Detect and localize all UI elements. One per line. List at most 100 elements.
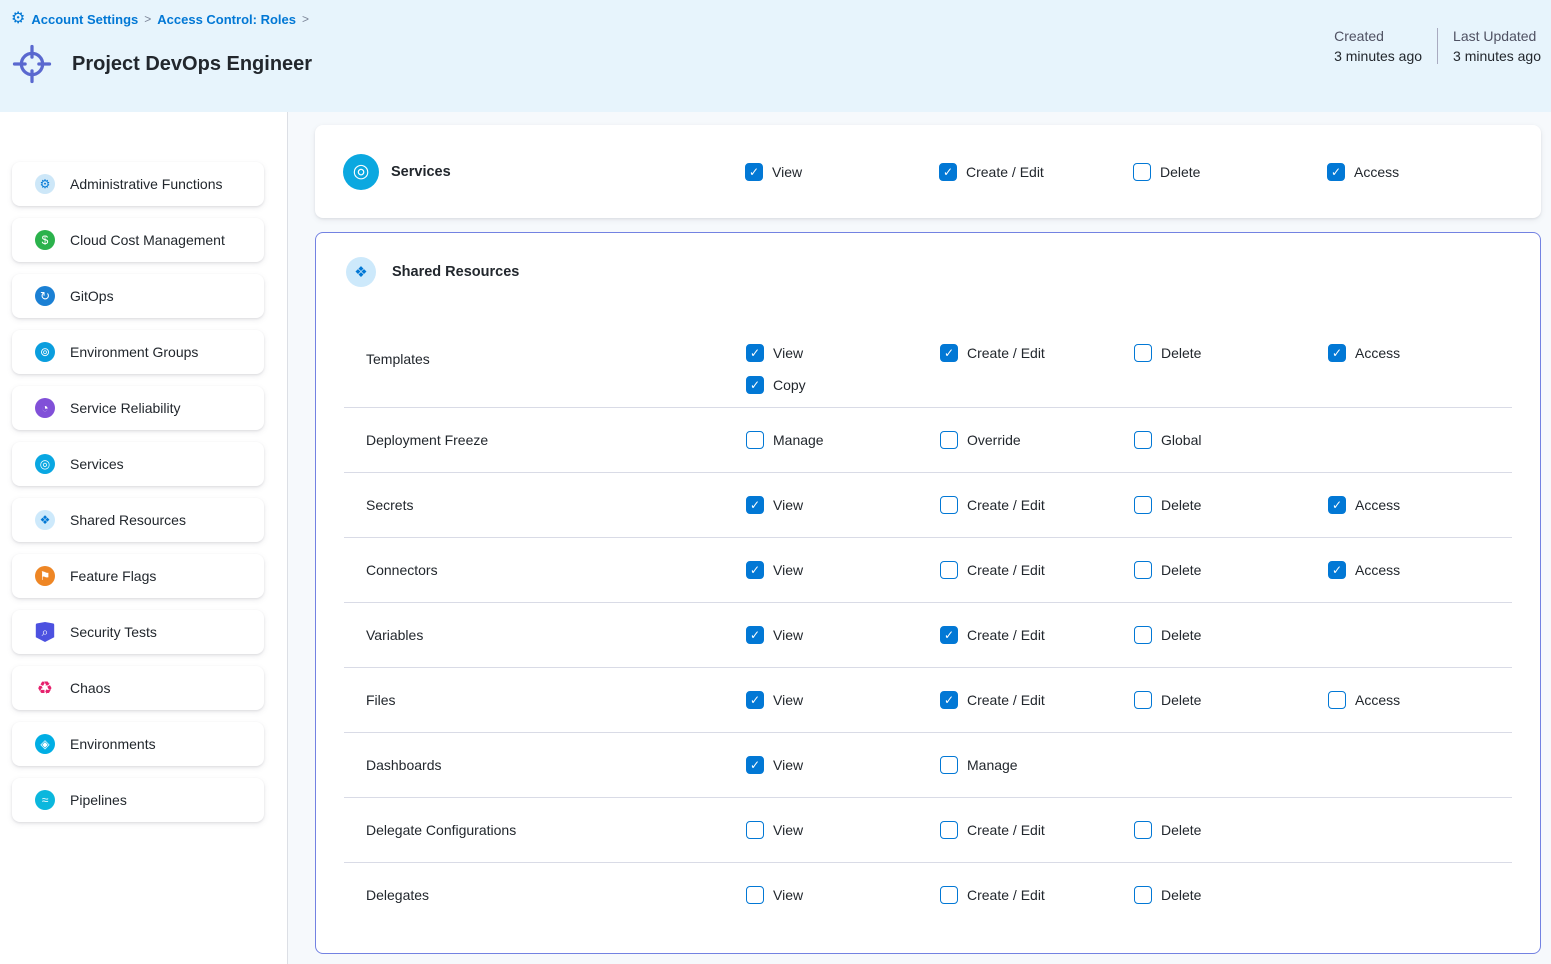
resource-label: Connectors — [366, 562, 438, 578]
manage-checkbox[interactable] — [746, 431, 764, 449]
sidebar-item-service-reliability[interactable]: ◔Service Reliability — [12, 386, 264, 430]
delete-checkbox[interactable] — [1134, 344, 1152, 362]
permission-copy[interactable]: Copy — [746, 376, 806, 394]
role-meta: Created 3 minutes ago Last Updated 3 min… — [1334, 28, 1541, 64]
sidebar-item-label: Environments — [70, 736, 156, 752]
permission-delete[interactable]: Delete — [1134, 691, 1201, 709]
permission-global[interactable]: Global — [1134, 431, 1201, 449]
sidebar-item-feature-flags[interactable]: ⚑Feature Flags — [12, 554, 264, 598]
access-checkbox[interactable] — [1328, 561, 1346, 579]
permission-access[interactable]: Access — [1328, 691, 1400, 709]
permission-access[interactable]: Access — [1327, 163, 1399, 181]
permission-delete[interactable]: Delete — [1134, 821, 1201, 839]
permission-delete[interactable]: Delete — [1134, 344, 1201, 362]
permission-label: Access — [1355, 345, 1400, 361]
permission-create-edit[interactable]: Create / Edit — [940, 561, 1045, 579]
permission-delete[interactable]: Delete — [1134, 626, 1201, 644]
access-checkbox[interactable] — [1328, 496, 1346, 514]
sidebar-item-gitops[interactable]: ↻GitOps — [12, 274, 264, 318]
view-checkbox[interactable] — [746, 756, 764, 774]
view-checkbox[interactable] — [746, 496, 764, 514]
sidebar-item-environment-groups[interactable]: ⊚Environment Groups — [12, 330, 264, 374]
delete-checkbox[interactable] — [1134, 496, 1152, 514]
delete-checkbox[interactable] — [1134, 821, 1152, 839]
view-checkbox[interactable] — [746, 626, 764, 644]
permission-create-edit[interactable]: Create / Edit — [940, 691, 1045, 709]
permission-access[interactable]: Access — [1328, 496, 1400, 514]
create-edit-checkbox[interactable] — [940, 821, 958, 839]
override-checkbox[interactable] — [940, 431, 958, 449]
permission-card-shared-resources: ❖Shared ResourcesTemplatesViewCopyCreate… — [315, 232, 1541, 954]
permission-delete[interactable]: Delete — [1134, 561, 1201, 579]
access-checkbox[interactable] — [1328, 691, 1346, 709]
permission-create-edit[interactable]: Create / Edit — [940, 821, 1045, 839]
permission-view[interactable]: View — [746, 821, 803, 839]
permission-override[interactable]: Override — [940, 431, 1021, 449]
permission-create-edit[interactable]: Create / Edit — [940, 496, 1045, 514]
permission-create-edit[interactable]: Create / Edit — [940, 626, 1045, 644]
manage-checkbox[interactable] — [940, 756, 958, 774]
permission-view[interactable]: View — [746, 626, 803, 644]
permission-create-edit[interactable]: Create / Edit — [940, 344, 1045, 362]
create-edit-checkbox[interactable] — [940, 691, 958, 709]
permission-delete[interactable]: Delete — [1134, 496, 1201, 514]
permission-view[interactable]: View — [746, 691, 803, 709]
environments-icon: ◈ — [35, 734, 55, 754]
permission-create-edit[interactable]: Create / Edit — [940, 886, 1045, 904]
breadcrumb-account-settings[interactable]: Account Settings — [31, 12, 138, 27]
sidebar-item-administrative-functions[interactable]: ⚙Administrative Functions — [12, 162, 264, 206]
copy-checkbox[interactable] — [746, 376, 764, 394]
resource-row-secrets: SecretsViewCreate / EditDeleteAccess — [344, 472, 1512, 537]
view-checkbox[interactable] — [746, 691, 764, 709]
create-edit-checkbox[interactable] — [940, 496, 958, 514]
sidebar-item-services[interactable]: ◎Services — [12, 442, 264, 486]
page-title: Project DevOps Engineer — [72, 53, 312, 76]
view-checkbox[interactable] — [745, 163, 763, 181]
delete-checkbox[interactable] — [1134, 691, 1152, 709]
view-checkbox[interactable] — [746, 886, 764, 904]
sidebar-item-security-tests[interactable]: ⌕Security Tests — [12, 610, 264, 654]
delete-checkbox[interactable] — [1134, 626, 1152, 644]
create-edit-checkbox[interactable] — [940, 886, 958, 904]
breadcrumb-access-control-roles[interactable]: Access Control: Roles — [157, 12, 296, 27]
permission-access[interactable]: Access — [1328, 561, 1400, 579]
permission-manage[interactable]: Manage — [746, 431, 824, 449]
permission-view[interactable]: View — [745, 163, 802, 181]
delete-checkbox[interactable] — [1133, 163, 1151, 181]
access-checkbox[interactable] — [1327, 163, 1345, 181]
resource-label: Variables — [366, 627, 423, 643]
delete-checkbox[interactable] — [1134, 561, 1152, 579]
sidebar-item-shared-resources[interactable]: ❖Shared Resources — [12, 498, 264, 542]
breadcrumb-separator: > — [302, 12, 309, 26]
permission-create-edit[interactable]: Create / Edit — [939, 163, 1044, 181]
permission-view[interactable]: View — [746, 496, 803, 514]
permission-delete[interactable]: Delete — [1133, 163, 1200, 181]
view-checkbox[interactable] — [746, 344, 764, 362]
access-checkbox[interactable] — [1328, 344, 1346, 362]
permission-access[interactable]: Access — [1328, 344, 1400, 362]
permission-label: View — [773, 345, 803, 361]
permission-delete[interactable]: Delete — [1134, 886, 1201, 904]
create-edit-checkbox[interactable] — [939, 163, 957, 181]
permission-view[interactable]: View — [746, 756, 803, 774]
sidebar-item-pipelines[interactable]: ≈Pipelines — [12, 778, 264, 822]
view-checkbox[interactable] — [746, 561, 764, 579]
delete-checkbox[interactable] — [1134, 886, 1152, 904]
permission-view[interactable]: View — [746, 886, 803, 904]
sidebar-item-cloud-cost-management[interactable]: $Cloud Cost Management — [12, 218, 264, 262]
create-edit-checkbox[interactable] — [940, 561, 958, 579]
view-checkbox[interactable] — [746, 821, 764, 839]
permission-view[interactable]: View — [746, 344, 803, 362]
sidebar-item-chaos[interactable]: ♻Chaos — [12, 666, 264, 710]
sidebar-item-environments[interactable]: ◈ Environments — [12, 722, 264, 766]
create-edit-checkbox[interactable] — [940, 344, 958, 362]
services-hexagon-icon: ◎ — [343, 154, 379, 190]
global-checkbox[interactable] — [1134, 431, 1152, 449]
permission-manage[interactable]: Manage — [940, 756, 1018, 774]
breadcrumb-separator: > — [144, 12, 151, 26]
permission-label: Delete — [1161, 497, 1201, 513]
permission-label: Create / Edit — [967, 345, 1045, 361]
role-crosshair-icon — [12, 44, 52, 84]
permission-view[interactable]: View — [746, 561, 803, 579]
create-edit-checkbox[interactable] — [940, 626, 958, 644]
